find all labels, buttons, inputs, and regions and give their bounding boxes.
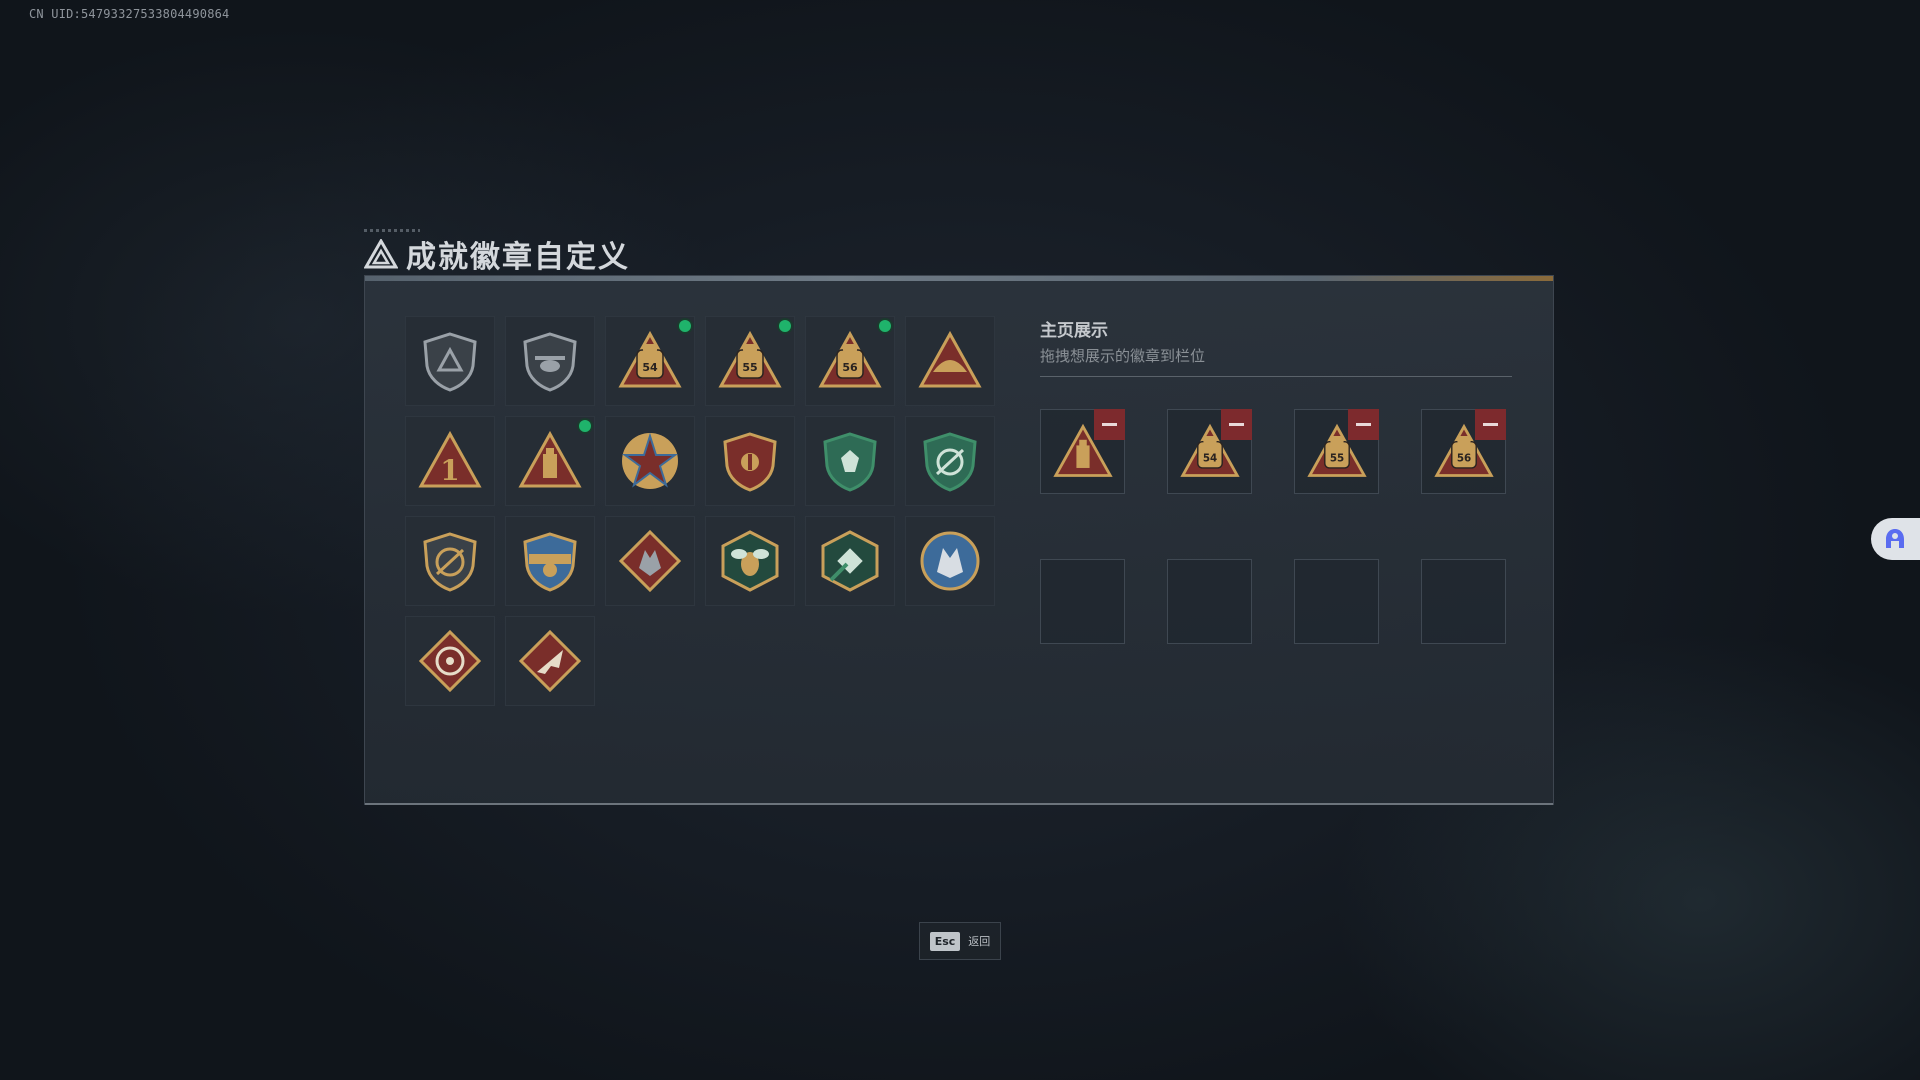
showcase-slot-filled[interactable]: 54 [1167,409,1252,494]
back-label: 返回 [968,935,991,948]
blue-circle-beast-icon [920,531,980,591]
minus-icon [1229,423,1244,426]
panel-bottom-line [365,803,1553,805]
showcase-slot-empty[interactable] [1294,559,1379,644]
gold-hat-triangle-icon [918,330,982,388]
showcase-slot-filled[interactable]: 56 [1421,409,1506,494]
badge-cell[interactable] [805,516,895,606]
new-indicator-dot [879,320,891,332]
green-hex-drone-icon [821,530,879,592]
svg-text:1: 1 [440,454,459,487]
showcase-slot-empty[interactable] [1167,559,1252,644]
logo-icon [364,239,398,269]
badge-grid: 54 55 56 1 [405,316,995,706]
showcase-title: 主页展示 [1040,321,1108,341]
remove-badge-button[interactable] [1348,409,1379,440]
gray-shield-rifle-icon [423,532,477,592]
remove-badge-button[interactable] [1094,409,1125,440]
badge-cell[interactable] [405,516,495,606]
showcase-subtitle: 拖拽想展示的徽章到栏位 [1040,347,1206,365]
showcase-section: 主页展示 拖拽想展示的徽章到栏位 54 55 56 [1040,316,1512,644]
green-shield-crest-icon [823,432,877,492]
svg-text:55: 55 [1329,452,1343,464]
new-indicator-dot [679,320,691,332]
badge-cell[interactable] [505,516,595,606]
showcase-slot-empty[interactable] [1040,559,1125,644]
badge-cell[interactable] [905,416,995,506]
gray-helicopter-shield-icon [523,332,577,392]
showcase-slot-empty[interactable] [1421,559,1506,644]
assistant-icon [1886,529,1904,548]
gold-shield-wings-icon [723,432,777,492]
badge-cell[interactable] [905,516,995,606]
showcase-slot-filled[interactable]: 55 [1294,409,1379,494]
red-diamond-plane-icon [518,629,582,693]
minus-icon [1102,423,1117,426]
badge-cell[interactable] [505,416,595,506]
gold-triangle-1-icon: 1 [418,430,482,488]
page-title: 成就徽章自定义 [406,240,630,275]
badge-cell[interactable] [705,416,795,506]
badge-cell[interactable] [505,616,595,706]
badge-cell[interactable] [605,416,695,506]
uid-label: CN UID:547933275338044908​64 [29,7,230,21]
gray-shield-emblem-icon [423,332,477,392]
side-assistant-tab[interactable] [1871,518,1920,560]
new-indicator-dot [579,420,591,432]
red-diamond-wolf-icon [618,529,682,593]
badge-cell[interactable]: 56 [805,316,895,406]
red-diamond-wheel-icon [418,629,482,693]
badge-cell[interactable] [705,516,795,606]
badge-cell[interactable] [605,516,695,606]
svg-text:56: 56 [842,361,858,374]
badge-cell[interactable] [405,316,495,406]
minus-icon [1483,423,1498,426]
showcase-slot-filled[interactable] [1040,409,1125,494]
badge-cell[interactable] [405,616,495,706]
green-hex-bee-icon [721,530,779,592]
badge-panel: 54 55 56 1 主页展示 拖拽想展示的徽章到栏位 54 55 56 [364,275,1554,805]
green-shield-target-icon [923,432,977,492]
gold-pack-54-icon: 54 [618,330,682,388]
minus-icon [1356,423,1371,426]
svg-text:56: 56 [1456,452,1470,464]
badge-cell[interactable]: 1 [405,416,495,506]
remove-badge-button[interactable] [1221,409,1252,440]
badge-cell[interactable] [905,316,995,406]
gold-shield-blue-icon [523,532,577,592]
new-indicator-dot [779,320,791,332]
svg-text:54: 54 [1202,452,1216,464]
gold-star-compass-icon [621,432,679,489]
gold-pack-55-icon: 55 [718,330,782,388]
page-header: 成就徽章自定义 [364,232,630,276]
gold-triangle-bottle-icon [518,430,582,488]
remove-badge-button[interactable] [1475,409,1506,440]
divider [1040,376,1512,377]
badge-cell[interactable] [505,316,595,406]
badge-cell[interactable] [805,416,895,506]
badge-cell[interactable]: 54 [605,316,695,406]
svg-text:54: 54 [642,361,658,374]
gold-pack-56-icon: 56 [818,330,882,388]
esc-key: Esc [929,931,961,951]
back-button[interactable]: Esc 返回 [919,922,1001,960]
panel-accent-bar [365,276,1553,281]
svg-text:55: 55 [742,361,757,374]
badge-cell[interactable]: 55 [705,316,795,406]
